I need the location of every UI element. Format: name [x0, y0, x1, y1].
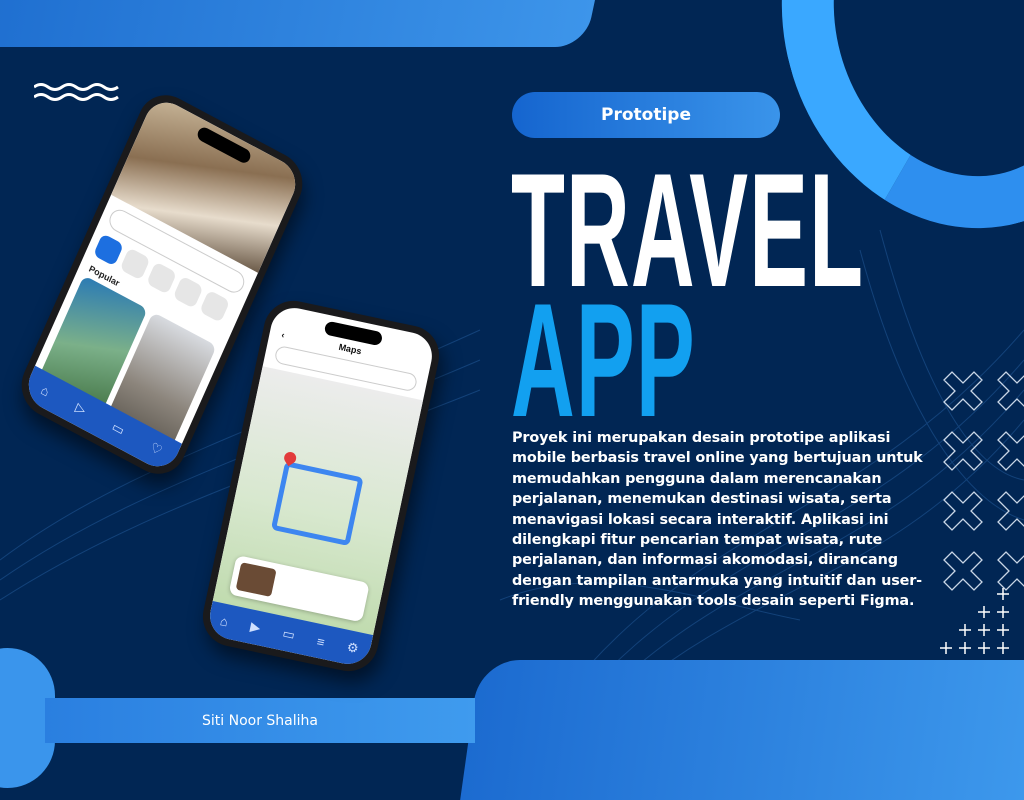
description-line: menavigasi lokasi secara interaktif. Apl…	[512, 511, 889, 528]
description-line: memudahkan pengguna dalam merencanakan	[512, 470, 882, 487]
author-bar: Siti Noor Shaliha	[45, 698, 475, 743]
bottom-right-shape	[460, 660, 1024, 800]
cross-pattern-decoration	[940, 371, 1024, 654]
description-line: dengan tampilan antarmuka yang intuitif …	[512, 572, 922, 589]
route-line	[270, 461, 364, 547]
description: Proyek ini merupakan desain prototipe ap…	[512, 428, 923, 612]
wave-icon	[34, 83, 119, 101]
prototipe-badge: Prototipe	[512, 92, 780, 138]
description-line: perjalanan, dan informasi akomodasi, dir…	[512, 552, 898, 569]
title-app: APP	[511, 270, 696, 451]
description-line: perjalanan, menemukan destinasi wisata, …	[512, 491, 892, 508]
back-icon: ‹	[280, 329, 286, 341]
description-line: friendly menggunakan tools desain sepert…	[512, 593, 915, 610]
description-line: Proyek ini merupakan desain prototipe ap…	[512, 430, 891, 446]
description-line: mobile berbasis travel online yang bertu…	[512, 450, 923, 467]
author-name: Siti Noor Shaliha	[202, 712, 318, 729]
maps-title: Maps	[337, 341, 363, 357]
description-line: dilengkapi fitur pencarian tempat wisata…	[512, 532, 883, 549]
